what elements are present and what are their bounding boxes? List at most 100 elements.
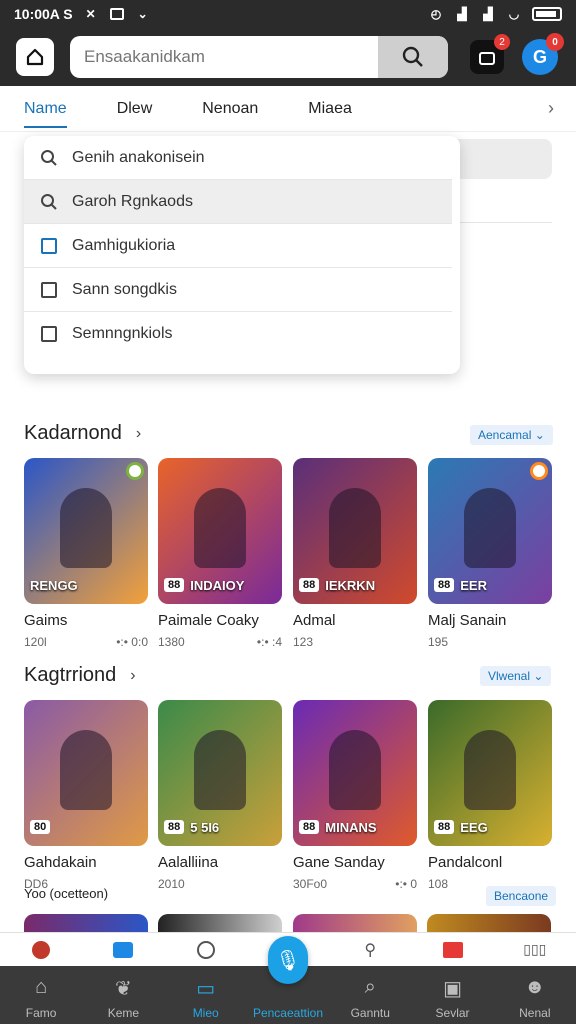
suggestion-item[interactable]: Gamhigukioria [24,224,452,268]
quick-action[interactable] [82,941,164,958]
avatar-letter: G [532,46,547,67]
game-thumbnail: 88 INDAIOY [158,458,282,604]
game-title: Paimale Coaky [158,612,259,629]
profile-avatar-button[interactable]: G 0 [522,33,564,75]
thumbnail-number: 88 [164,820,185,834]
game-title: Pandalconl [428,854,503,871]
microphone-button[interactable]: 🎙︎ [268,936,308,984]
status-bar: 10:00A S ✕ ⌄ ◴ ▟ ▟ ◡ [0,0,576,28]
section-filter-pill[interactable]: Aencamal ⌄ [470,425,553,445]
tab-name[interactable]: Name [24,86,67,132]
nav-item-nenal[interactable]: ☻ Nenal [494,966,576,1024]
game-stat: 120l [24,635,47,649]
person-icon: ☻ [524,976,546,998]
home-button[interactable] [16,38,54,76]
checkbox-icon[interactable] [38,281,60,298]
bag-icon [479,52,495,65]
game-thumbnail: 88 MINANS [293,700,417,846]
game-title: Admal [293,612,336,629]
nav-item-home[interactable]: ⌂ Famo [0,966,82,1024]
signal-icon: ▟ [483,7,493,21]
quick-action[interactable] [0,940,82,959]
game-card[interactable]: 80 Gahdakain DD6 [24,700,148,891]
game-card[interactable]: 88 MINANS Gane Sanday 30Fo0 •:• 0 [293,700,417,891]
nav-label: Mieo [192,1006,219,1020]
pill-label: Vlwenal [488,669,531,683]
nav-item-mieo[interactable]: ▭ Mieo [165,966,247,1024]
quick-action[interactable] [411,941,493,958]
quick-action[interactable] [165,940,247,959]
nav-label: Ganntu [350,1006,390,1020]
thumbnail-number: 88 [299,820,320,834]
nav-item-keme[interactable]: ❦ Keme [82,966,164,1024]
search-icon: ⌕ [364,976,376,998]
section-title[interactable]: Kadarnond › [24,422,141,445]
search-icon [38,193,60,211]
tab-dlew[interactable]: Dlew [117,86,153,132]
game-thumbnail: 88 EER [428,458,552,604]
close-x-icon: ✕ [85,7,96,21]
suggestion-item[interactable]: Genih anakonisein [24,136,452,180]
footnote-pill[interactable]: Bencaone [486,886,557,906]
game-card[interactable]: 88 EEG Pandalconl 108 [428,700,552,891]
game-card[interactable]: 88 IEKRKN Admal 123 [293,458,417,649]
thumbnail-title: EEG [460,819,488,835]
quick-action[interactable]: ▯▯▯ [494,941,576,958]
home-icon: ⌂ [35,976,48,998]
message-icon [109,7,125,21]
thumbnail-number: 88 [299,578,320,592]
suggestion-label: Garoh Rgnkaods [72,192,193,210]
chevron-right-icon[interactable]: › [548,98,554,119]
checkbox-icon[interactable] [38,326,60,342]
pin-icon: ⚲ [364,941,377,959]
game-stat: 108 [428,877,449,891]
tab-nenoan[interactable]: Nenoan [202,86,258,132]
thumbnail-title: EER [460,577,487,593]
game-card-peek[interactable] [24,914,148,934]
app-bar: 2 G 0 [0,28,576,86]
suggestion-item[interactable]: Garoh Rgnkaods [24,180,452,224]
tab-miaea[interactable]: Miaea [308,86,352,132]
game-title: Gahdakain [24,854,97,871]
game-card[interactable]: RENGG Gaims 120l •:• 0:0 [24,458,148,649]
game-card[interactable]: 88 EER Malj Sanain 195 [428,458,552,649]
search-input[interactable] [84,47,364,67]
search-bar[interactable] [70,36,448,78]
thumbnail-title: MINANS [325,819,377,835]
thumbnail-title: RENGG [30,577,78,593]
game-card-peek[interactable] [158,914,282,934]
notification-badge: 2 [494,34,510,50]
chat-icon [196,940,215,959]
game-stat: 1380 [158,635,185,649]
game-title: Gane Sanday [293,854,385,871]
checkbox-icon[interactable] [38,237,60,254]
section-filter-pill[interactable]: Vlwenal ⌄ [480,666,552,686]
suggestion-label: Semnngnkiols [72,325,173,342]
nav-label: Famo [25,1006,57,1020]
thumbnail-number: 80 [30,820,51,834]
chevron-right-icon: › [130,666,136,684]
game-thumbnail: 88 5 5I6 [158,700,282,846]
chart-icon: ▣ [443,978,462,1000]
nav-item-ganntu[interactable]: ⌕ Ganntu [329,966,411,1024]
search-icon [38,149,60,167]
notifications-button[interactable]: 2 [470,34,510,74]
leaf-icon: ❦ [115,978,132,1000]
quick-action[interactable]: ⚲ [329,940,411,960]
search-suggestions-dropdown: Genih anakonisein Garoh Rgnkaods Gamhigu… [24,136,460,374]
game-card[interactable]: 88 INDAIOY Paimale Coaky 1380 •:• :4 [158,458,282,649]
game-card-peek[interactable] [293,914,417,934]
suggestion-item[interactable]: Semnngnkiols [24,312,452,356]
game-card-peek[interactable] [427,914,551,934]
thumbnail-title: IEKRKN [325,577,376,593]
suggestion-item[interactable]: Sann songdkis [24,268,452,312]
game-stat: 2010 [158,877,185,891]
nav-label: Sevlar [435,1006,470,1020]
search-button[interactable] [378,36,448,78]
section-title[interactable]: Kagtrriond › [24,664,136,687]
nav-item-sevlar[interactable]: ▣ Sevlar [411,966,493,1024]
home-icon [26,48,44,66]
thumbnail-title: INDAIOY [190,577,245,593]
game-card[interactable]: 88 5 5I6 Aalalliina 2010 [158,700,282,891]
card-icon [113,941,134,958]
